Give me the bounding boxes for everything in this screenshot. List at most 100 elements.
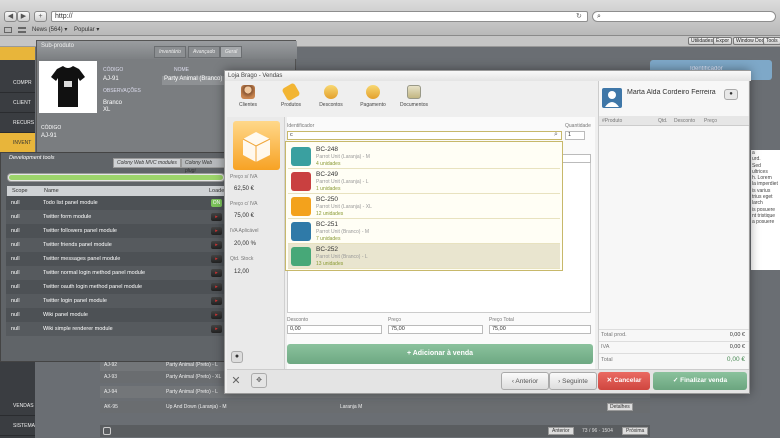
load-toggle[interactable]: ▸ [211, 325, 222, 333]
tab-mvc-modules[interactable]: Colony Web MVC modules [113, 158, 181, 168]
dropdown-item[interactable]: BC-249 Parrot Unit (Laranja) - L1 unidade… [288, 169, 560, 194]
utilidades-button[interactable]: Utilidades [688, 37, 716, 45]
customer-info-icon[interactable]: ● [724, 89, 738, 100]
forward-icon[interactable]: ▶ [17, 11, 30, 22]
nav-inventario[interactable]: INVENT [0, 133, 35, 153]
nav-clientes[interactable]: CLIENT [0, 93, 35, 113]
tab-pagamento[interactable]: Pagamento [354, 85, 392, 117]
tab-clientes[interactable]: Clientes [229, 85, 267, 117]
bookmark-popular[interactable]: Popular ▾ [74, 24, 99, 36]
product-summary: Preço s/ IVA 62,50 € Preço c/ IVA 75,00 … [227, 117, 285, 369]
next-button[interactable]: › Seguinte [549, 372, 597, 390]
row-scope: null [11, 200, 20, 206]
nav-compras[interactable]: COMPR [0, 73, 35, 93]
devtools-table-header: Scope Name Loade [7, 186, 225, 196]
reload-icon[interactable]: ↻ [576, 13, 584, 20]
tab-geral[interactable]: Geral [220, 46, 243, 58]
load-toggle[interactable]: ▸ [211, 283, 222, 291]
dropdown-item[interactable]: BC-251 Parrot Unit (Branco) - M7 unidades [288, 219, 560, 244]
load-toggle[interactable]: ▸ [211, 241, 222, 249]
devtools-row[interactable]: null Twitter form module ▸ [6, 210, 224, 224]
move-icon[interactable]: ✥ [251, 373, 267, 388]
tools-button[interactable]: Tools [763, 37, 780, 45]
item-name: Parrot Unit (Laranja) - L [316, 179, 369, 185]
item-qty: 1 unidades [316, 186, 341, 192]
item-qty: 13 unidades [316, 261, 344, 267]
iva-value: 20,00 % [234, 241, 257, 247]
preco-total-input[interactable]: 75,00 [489, 325, 591, 334]
prev-button[interactable]: ‹ Anterior [501, 372, 549, 390]
tab-avancado[interactable]: Avançado [188, 46, 221, 58]
customer-panel: Marta Alda Cordeiro Ferreira ● #Produto … [598, 81, 749, 369]
row-module-name: Twitter friends panel module [43, 242, 112, 248]
row-module-name: Twitter messages panel module [43, 256, 121, 262]
devtools-row[interactable]: null Twitter oauth login method panel mod… [6, 280, 224, 294]
expor-button[interactable]: Expor [713, 37, 733, 45]
total-products-row: Total prod. 0,00 € [599, 329, 749, 340]
add-to-sale-button[interactable]: + Adicionar à venda [287, 344, 593, 364]
devtools-row[interactable]: null Twitter normal login method panel mo… [6, 266, 224, 280]
devtools-row[interactable]: null Wiki simple renderer module ▸ [6, 322, 224, 336]
add-tab-icon[interactable]: + [34, 11, 47, 22]
row-scope: null [11, 242, 20, 248]
url-bar[interactable]: http:// [51, 11, 588, 22]
bookmarks-icon[interactable] [4, 27, 12, 33]
list-row[interactable]: AK-95 Up And Down (Laranja) - M Laranja MD… [100, 401, 650, 413]
devtools-row[interactable]: null Twitter login panel module ▸ [6, 294, 224, 308]
preco-input[interactable]: 75,00 [388, 325, 483, 334]
home-icon[interactable] [103, 427, 111, 435]
devtools-search[interactable] [7, 173, 225, 182]
cancel-button[interactable]: ✕ Cancelar [598, 372, 650, 390]
search-input[interactable]: ⌕ [592, 11, 776, 22]
back-icon[interactable]: ◀ [4, 11, 17, 22]
preco-civa-label: Preço c/ IVA [230, 201, 258, 207]
tab-plugins[interactable]: Colony Web plugi [181, 158, 225, 174]
load-toggle[interactable]: ▸ [211, 255, 222, 263]
dropdown-item[interactable]: BC-248 Parrot Unit (Laranja) - M4 unidade… [288, 144, 560, 169]
desconto-input[interactable]: 0,00 [287, 325, 382, 334]
devtools-row[interactable]: null Twitter messages panel module ▸ [6, 252, 224, 266]
nav-recursos[interactable]: RECURS [0, 113, 35, 133]
row-scope: null [11, 326, 20, 332]
quantity-stepper[interactable]: 1 [565, 131, 585, 140]
devtools-row[interactable]: null Wiki panel module ▸ [6, 308, 224, 322]
identificador-input[interactable]: c [287, 131, 562, 140]
item-code: BC-248 [316, 146, 339, 153]
nav-vendas[interactable]: VENDAS [0, 396, 35, 416]
devtools-row[interactable]: null Twitter friends panel module ▸ [6, 238, 224, 252]
tab-descontos[interactable]: Descontos [312, 85, 350, 117]
item-name: Parrot Unit (Branco) - L [316, 254, 368, 260]
tab-produtos[interactable]: Produtos [272, 82, 310, 117]
details-button[interactable]: Detalhes [607, 403, 633, 411]
finish-sale-button[interactable]: ✓ Finalizar venda [653, 372, 747, 390]
dropdown-item[interactable]: BC-250 Parrot Unit (Laranja) - XL 12 unida… [288, 194, 560, 219]
load-toggle[interactable]: ▸ [211, 269, 222, 277]
tab-documentos[interactable]: Documentos [395, 85, 433, 117]
close-icon[interactable]: ✕ [229, 374, 243, 388]
row-scope: null [11, 214, 20, 220]
load-toggle[interactable]: ▸ [211, 213, 222, 221]
quantidade-label: Quantidade [565, 123, 591, 129]
info-icon[interactable]: ● [231, 351, 243, 363]
load-toggle[interactable]: ▸ [211, 227, 222, 235]
row-module-name: Todo list panel module [43, 200, 98, 206]
load-toggle[interactable]: ▸ [211, 297, 222, 305]
load-toggle[interactable]: ON [211, 199, 222, 207]
scope-header: Scope [12, 188, 28, 194]
pager-next-button[interactable]: Próxima [622, 427, 649, 435]
grand-total-row: Total 0,00 € [599, 353, 749, 365]
grid-icon[interactable] [18, 27, 26, 33]
cart-header-product: #Produto [602, 118, 623, 124]
obs-label: OBSERVAÇÕES [103, 88, 141, 94]
load-toggle[interactable]: ▸ [211, 311, 222, 319]
pager: Anterior 73 / 96 · 1504 Próxima [100, 425, 650, 437]
modal-title: Loja Brago - Vendas [225, 71, 751, 81]
devtools-row[interactable]: null Twitter followers panel module ▸ [6, 224, 224, 238]
row-scope: null [11, 256, 20, 262]
pager-prev-button[interactable]: Anterior [548, 427, 574, 435]
devtools-row[interactable]: null Todo list panel module ON [6, 196, 224, 210]
nav-sistema[interactable]: SISTEMA [0, 416, 35, 436]
bookmark-news[interactable]: News (564) ▾ [32, 24, 67, 36]
dropdown-item[interactable]: BC-252 Parrot Unit (Branco) - L 13 unidade… [288, 244, 560, 269]
tab-inventario[interactable]: Inventário [154, 46, 186, 58]
